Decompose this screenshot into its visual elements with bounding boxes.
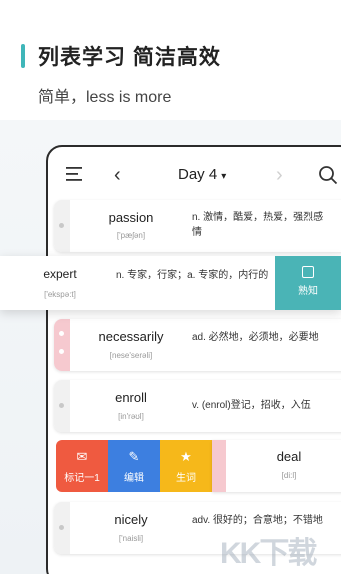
day-selector[interactable]: Day 4 ▾	[178, 166, 226, 183]
mark-label: 标记一1	[64, 473, 100, 484]
app-toolbar: ‹ Day 4 ▾ ›	[48, 147, 341, 203]
mail-icon: ✉	[76, 449, 88, 464]
word-text: necessarily	[98, 329, 164, 344]
list-item[interactable]: passion ['pæʃən] n. 激情，酷爱，热爱，强烈感情	[54, 200, 341, 252]
chevron-down-icon: ▾	[221, 171, 227, 182]
forward-arrow-icon[interactable]: ›	[276, 164, 283, 187]
expanded-word-card[interactable]: expert ['ekspə:t] n. 专家，行家；a. 专家的，内行的 熟知	[0, 256, 341, 310]
swipe-action-row: ✉ 标记一1 ✎ 编辑 ★ 生词 deal [di:l]	[56, 440, 341, 492]
list-item[interactable]: necessarily [nese'serəli] ad. 必然地，必须地，必要…	[54, 319, 341, 371]
back-arrow-icon[interactable]: ‹	[114, 164, 121, 187]
word-definition: v. (enrol)登记，招收，入伍	[192, 400, 311, 411]
menu-icon[interactable]	[66, 167, 84, 181]
word-phonetic: [in'rəʊl]	[118, 412, 144, 421]
page-subtitle: 简单，less is more	[38, 89, 172, 106]
known-label: 熟知	[298, 286, 318, 297]
list-item[interactable]: enroll [in'rəʊl] v. (enrol)登记，招收，入伍	[54, 380, 341, 432]
edit-icon: ✎	[128, 449, 140, 464]
day-label: Day 4	[178, 166, 218, 183]
card-handle	[212, 440, 226, 492]
edit-label: 编辑	[124, 473, 144, 484]
list-item[interactable]: deal [di:l]	[212, 440, 341, 492]
vocab-label: 生词	[176, 473, 196, 484]
word-definition: n. 激情，酷爱，热爱，强烈感情	[192, 212, 324, 238]
title-accent-bar	[21, 44, 25, 68]
card-handle	[54, 200, 70, 252]
watermark-logo: KK下载	[220, 537, 317, 570]
word-text: deal	[276, 449, 302, 464]
word-text: expert	[43, 267, 77, 281]
search-icon[interactable]	[318, 165, 338, 185]
word-text: enroll	[115, 390, 147, 405]
word-definition: adv. 很好的；合意地；不错地	[192, 515, 323, 526]
page-title: 列表学习 简洁高效	[38, 46, 221, 69]
card-handle	[54, 380, 70, 432]
word-definition: ad. 必然地，必须地，必要地	[192, 332, 319, 343]
word-phonetic: ['naisli]	[118, 534, 144, 543]
word-phonetic: [nese'serəli]	[109, 351, 153, 360]
word-phonetic: ['pæʃən]	[116, 231, 146, 240]
known-button[interactable]: 熟知	[275, 256, 341, 310]
phone-frame: ‹ Day 4 ▾ › passion ['pæʃən] n. 激情，酷爱，热爱，…	[46, 145, 341, 574]
star-icon: ★	[180, 449, 192, 464]
edit-button[interactable]: ✎ 编辑	[108, 440, 160, 492]
vocab-button[interactable]: ★ 生词	[160, 440, 212, 492]
word-definition: n. 专家，行家；a. 专家的，内行的	[116, 270, 269, 281]
word-phonetic: [di:l]	[281, 471, 297, 480]
word-text: passion	[108, 210, 154, 225]
checkbox-icon	[302, 266, 314, 278]
word-phonetic: ['ekspə:t]	[44, 290, 76, 299]
word-text: nicely	[114, 512, 148, 527]
card-handle	[54, 502, 70, 554]
card-handle	[54, 319, 70, 371]
mark-button[interactable]: ✉ 标记一1	[56, 440, 108, 492]
